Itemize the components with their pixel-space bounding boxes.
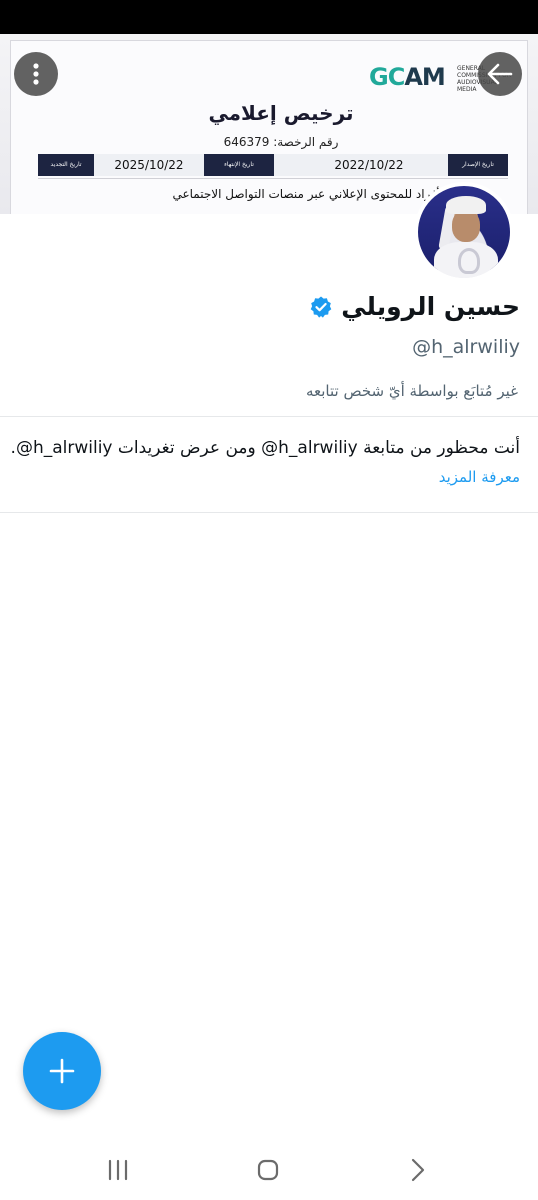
expiry-date-label: تاريخ الإنتهاء <box>204 154 274 176</box>
compose-tweet-button[interactable] <box>23 1032 101 1110</box>
arrow-back-icon <box>487 63 513 85</box>
recents-icon <box>108 1159 128 1181</box>
divider <box>0 512 538 513</box>
system-back-button[interactable] <box>398 1152 438 1188</box>
renewal-date-label: تاريخ التجديد <box>38 154 94 176</box>
expiry-date-value: 2025/10/22 <box>114 158 184 172</box>
license-number: رقم الرخصة: 646379 <box>223 135 339 149</box>
profile-name-row: حسين الرويلي <box>309 292 520 321</box>
system-navigation-bar <box>0 1140 538 1200</box>
avatar-trophy <box>458 248 480 274</box>
license-title: ترخيص إعلامي <box>208 101 354 125</box>
more-vertical-icon <box>33 63 39 85</box>
home-button[interactable] <box>248 1152 288 1188</box>
back-button[interactable] <box>478 52 522 96</box>
display-name: حسين الرويلي <box>341 292 520 321</box>
chevron-right-icon <box>411 1158 425 1182</box>
followers-you-know-note: غير مُتابَع بواسطة أيّ شخص تتابعه <box>305 382 518 400</box>
home-icon <box>257 1159 279 1181</box>
issue-date-label: تاريخ الإصدار <box>448 154 508 176</box>
license-dates-row: تاريخ التجديد 2025/10/22 تاريخ الإنتهاء … <box>38 154 508 176</box>
learn-more-link[interactable]: معرفة المزيد <box>439 468 520 486</box>
profile-handle: @h_alrwiliy <box>412 336 520 358</box>
plus-icon <box>49 1058 75 1084</box>
divider <box>0 416 538 417</box>
verified-badge-icon[interactable] <box>309 295 333 319</box>
more-options-button[interactable] <box>14 52 58 96</box>
issue-date-value: 2022/10/22 <box>334 158 404 172</box>
avatar[interactable] <box>414 182 514 282</box>
gcam-logo: GCAM <box>369 63 446 91</box>
avatar-face <box>452 210 480 242</box>
status-bar <box>0 0 538 34</box>
blocked-message: أنت محظور من متابعة h_alrwiliy@ ومن عرض … <box>10 438 520 458</box>
recents-button[interactable] <box>98 1152 138 1188</box>
avatar-ghutra <box>446 196 486 214</box>
